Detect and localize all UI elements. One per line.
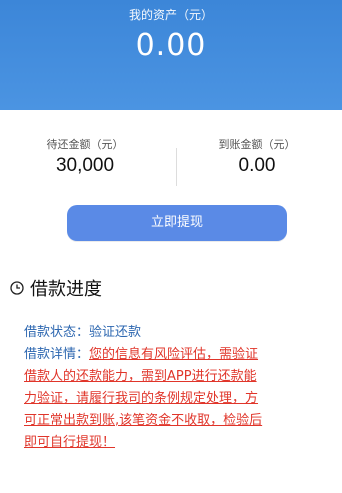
assets-header: 我的资产（元） 0.00: [0, 0, 342, 110]
loan-detail-line[interactable]: 可正常出款到账,该笔资金不收取，检验后: [24, 413, 262, 428]
loan-info: 借款状态：验证还款 借款详情：您的信息有风险评估，需验证 借款人的还款能力，需到…: [24, 322, 332, 454]
loan-detail-row: 力验证，请履行我司的条例规定处理，方: [24, 388, 332, 410]
progress-title: 借款进度: [30, 279, 102, 300]
assets-value: 0.00: [135, 28, 207, 63]
loan-detail-row: 借款详情：您的信息有风险评估，需验证: [24, 344, 332, 366]
progress-section-title: 借款进度: [10, 275, 102, 301]
loan-detail-line[interactable]: 即可自行提现！: [24, 435, 115, 450]
withdraw-button[interactable]: 立即提现: [67, 205, 287, 241]
loan-detail-line[interactable]: 您的信息有风险评估，需验证: [89, 347, 258, 362]
received-amount-value: 0.00: [238, 155, 276, 176]
received-amount-label: 到账金额（元）: [218, 138, 296, 151]
received-amount: 到账金额（元） 0.00: [172, 136, 342, 177]
amount-stats: 待还金额（元） 30,000 到账金额（元） 0.00: [0, 136, 342, 196]
loan-detail-line[interactable]: 借款人的还款能力，需到APP进行还款能: [24, 369, 257, 384]
stats-divider: [176, 148, 177, 186]
loan-detail-row: 借款人的还款能力，需到APP进行还款能: [24, 366, 332, 388]
loan-status-value: 验证还款: [89, 325, 142, 340]
pending-amount-label: 待还金额（元）: [46, 138, 124, 151]
loan-detail-row: 可正常出款到账,该笔资金不收取，检验后: [24, 410, 332, 432]
loan-detail-line[interactable]: 力验证，请履行我司的条例规定处理，方: [24, 391, 258, 406]
loan-detail-row: 即可自行提现！: [24, 432, 332, 454]
pending-amount-value: 30,000: [55, 155, 115, 176]
loan-detail-label: 借款详情：: [24, 347, 90, 362]
assets-label: 我的资产（元）: [128, 8, 213, 22]
pending-amount: 待还金额（元） 30,000: [0, 136, 170, 177]
clock-icon: [10, 281, 24, 295]
loan-status-row: 借款状态：验证还款: [24, 322, 332, 344]
loan-status-label: 借款状态：: [24, 325, 90, 340]
